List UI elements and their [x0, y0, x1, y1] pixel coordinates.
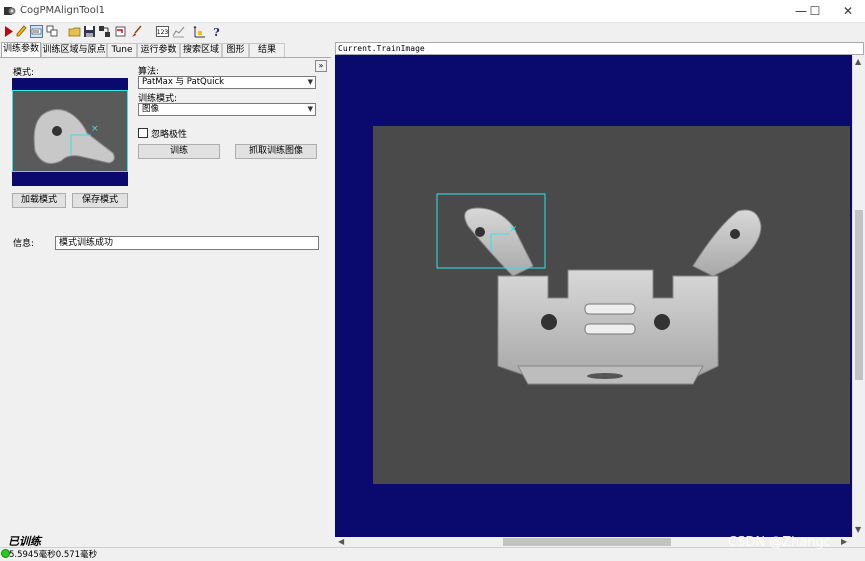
run-time: 5.5945毫秒0.571毫秒 [9, 550, 98, 560]
title-bar: CogPMAlignTool1 — ☐ ✕ [0, 0, 865, 23]
algorithm-value: PatMax 与 PatQuick [142, 77, 225, 87]
load-pattern-button[interactable]: 加载模式 [12, 193, 66, 208]
undo-icon[interactable] [114, 25, 127, 38]
app-icon [4, 7, 16, 15]
brush-icon[interactable] [130, 25, 143, 38]
pattern-image: × [12, 90, 128, 172]
graph-icon[interactable] [172, 25, 185, 38]
open-icon[interactable] [68, 25, 81, 38]
tab-tune[interactable]: Tune [107, 43, 137, 57]
tab-train-region-origin[interactable]: 训练区域与原点 [41, 43, 107, 57]
ignore-polarity-checkbox[interactable] [138, 128, 148, 138]
save-icon[interactable] [83, 25, 96, 38]
save-pattern-button[interactable]: 保存模式 [72, 193, 128, 208]
tab-train-params[interactable]: 训练参数 [1, 42, 41, 57]
copy-icon[interactable] [46, 25, 59, 38]
info-label: 信息: [13, 239, 35, 249]
numeric-icon[interactable]: 123 [156, 25, 169, 38]
svg-text:123: 123 [157, 29, 169, 36]
svg-text:×: × [509, 224, 517, 235]
scroll-up-icon[interactable]: ▲ [855, 57, 861, 66]
chevron-down-icon: ▼ [307, 105, 313, 113]
svg-text:?: ? [213, 26, 219, 38]
scroll-left-icon[interactable]: ◀ [338, 537, 344, 546]
toolbar: 123 ? [0, 23, 865, 41]
vertical-scrollbar[interactable]: ▲ ▼ [852, 55, 864, 537]
tab-results[interactable]: 结果 [249, 43, 285, 57]
help-icon[interactable]: ? [210, 25, 223, 38]
tab-search-region[interactable]: 搜索区域 [180, 43, 222, 57]
grab-train-image-button[interactable]: 抓取训练图像 [235, 144, 317, 159]
algorithm-select[interactable]: PatMax 与 PatQuick ▼ [138, 76, 316, 89]
close-button[interactable]: ✕ [832, 0, 864, 23]
maximize-button[interactable]: ☐ [799, 0, 831, 23]
train-button[interactable]: 训练 [138, 144, 220, 159]
image-display[interactable]: × [335, 55, 852, 537]
ignore-polarity-label: 忽略极性 [151, 130, 188, 140]
train-mode-select[interactable]: 图像 ▼ [138, 103, 316, 116]
pattern-preview: × [12, 78, 128, 186]
info-field: 模式训练成功 [55, 236, 319, 250]
scroll-down-icon[interactable]: ▼ [855, 525, 861, 534]
collapse-button[interactable]: » [315, 60, 327, 72]
run-icon[interactable] [2, 25, 15, 38]
pattern-label: 模式: [13, 68, 35, 78]
display-icon[interactable] [30, 25, 43, 38]
tab-graphics[interactable]: 图形 [222, 43, 249, 57]
scroll-right-icon[interactable]: ▶ [841, 537, 847, 546]
horizontal-scroll-thumb[interactable] [503, 538, 671, 546]
vertical-scroll-thumb[interactable] [855, 210, 863, 380]
window-title: CogPMAlignTool1 [20, 5, 105, 16]
edit-icon[interactable] [15, 25, 28, 38]
tab-strip: 训练参数 训练区域与原点 Tune 运行参数 搜索区域 图形 结果 [0, 42, 300, 57]
link-icon[interactable] [98, 25, 111, 38]
watermark: CSDN @Zhangc [728, 535, 831, 550]
tab-run-params[interactable]: 运行参数 [137, 43, 180, 57]
display-source-label[interactable]: Current.TrainImage [335, 42, 864, 55]
chevron-down-icon: ▼ [307, 78, 313, 86]
train-mode-value: 图像 [142, 104, 160, 114]
svg-text:×: × [91, 124, 99, 134]
train-image: × [373, 126, 850, 484]
calibrate-icon[interactable] [193, 25, 206, 38]
